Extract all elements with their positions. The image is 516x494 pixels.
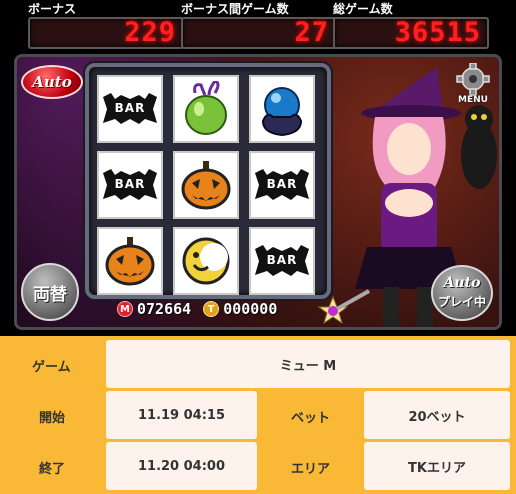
ticket-count: 000000 bbox=[223, 300, 278, 318]
reel-cell: BAR bbox=[249, 151, 315, 219]
game-value: ミュー M bbox=[106, 340, 510, 388]
star-wand-icon bbox=[317, 289, 370, 325]
bet-value: 20ベット bbox=[364, 391, 510, 439]
reel-cell bbox=[97, 227, 163, 295]
reel-cell bbox=[173, 227, 239, 295]
moon-icon bbox=[175, 229, 237, 293]
bar-text: BAR bbox=[114, 101, 146, 115]
ticket-icon: T bbox=[203, 301, 220, 317]
bet-label: ベット bbox=[291, 411, 331, 426]
exchange-button[interactable]: 両替 bbox=[21, 263, 79, 321]
green-apple-icon bbox=[175, 77, 237, 141]
jack-o-lantern-icon bbox=[175, 153, 237, 217]
reel-cell bbox=[249, 75, 315, 143]
area-label: エリア bbox=[291, 462, 331, 477]
credit-display: M 072664 T 000000 bbox=[117, 299, 317, 319]
autoplay-button[interactable]: Auto プレイ中 bbox=[431, 265, 493, 321]
menu-button[interactable]: MENU bbox=[453, 62, 493, 105]
games-since-bonus-label: ボーナス間ゲーム数 bbox=[181, 2, 289, 16]
autoplay-label-line1: Auto bbox=[443, 275, 481, 291]
crystal-ball-icon bbox=[251, 77, 313, 141]
counter-bar: ボーナス 229 ボーナス間ゲーム数 27 総ゲーム数 36515 bbox=[0, 0, 516, 54]
total-games-display: 36515 bbox=[333, 17, 489, 49]
reel-cell bbox=[173, 75, 239, 143]
autoplay-label-line2: プレイ中 bbox=[437, 295, 486, 309]
reel-cell: BAR bbox=[97, 151, 163, 219]
area-value: TKエリア bbox=[364, 442, 510, 490]
end-value: 11.20 04:00 bbox=[106, 442, 257, 490]
games-since-bonus-value: 27 bbox=[294, 17, 329, 48]
total-games-label: 総ゲーム数 bbox=[333, 2, 393, 16]
start-label: 開始 bbox=[39, 411, 66, 426]
reel-cell: BAR bbox=[249, 227, 315, 295]
bar-symbol-icon: BAR bbox=[99, 153, 161, 217]
bar-text: BAR bbox=[266, 253, 298, 267]
end-label: 終了 bbox=[39, 462, 66, 477]
bar-text: BAR bbox=[266, 177, 298, 191]
reel-cell bbox=[173, 151, 239, 219]
medal-count: 072664 bbox=[137, 300, 192, 318]
game-screen[interactable]: Auto BAR BAR BAR BAR MENU 両替 M 072664 T … bbox=[14, 54, 502, 330]
game-label: ゲーム bbox=[32, 360, 71, 375]
start-value: 11.19 04:15 bbox=[106, 391, 257, 439]
reel-cell: BAR bbox=[97, 75, 163, 143]
jack-o-lantern-icon bbox=[99, 229, 161, 293]
menu-label: MENU bbox=[458, 95, 488, 105]
auto-button[interactable]: Auto bbox=[21, 65, 83, 99]
bar-symbol-icon: BAR bbox=[251, 229, 313, 293]
bonus-counter-value: 229 bbox=[124, 17, 176, 48]
medal-icon: M bbox=[117, 301, 133, 317]
reel-window: BAR BAR BAR BAR bbox=[85, 63, 331, 299]
bar-symbol-icon: BAR bbox=[251, 153, 313, 217]
bonus-counter-display: 229 bbox=[28, 17, 184, 49]
session-info-panel: ゲーム ミュー M 開始 11.19 04:15 ベット 20ベット 終了 11… bbox=[0, 336, 516, 494]
games-since-bonus-display: 27 bbox=[181, 17, 337, 49]
bonus-counter-label: ボーナス bbox=[28, 2, 77, 16]
total-games-value: 36515 bbox=[394, 17, 481, 48]
gear-icon bbox=[456, 62, 490, 96]
bar-text: BAR bbox=[114, 177, 146, 191]
bar-symbol-icon: BAR bbox=[99, 77, 161, 141]
